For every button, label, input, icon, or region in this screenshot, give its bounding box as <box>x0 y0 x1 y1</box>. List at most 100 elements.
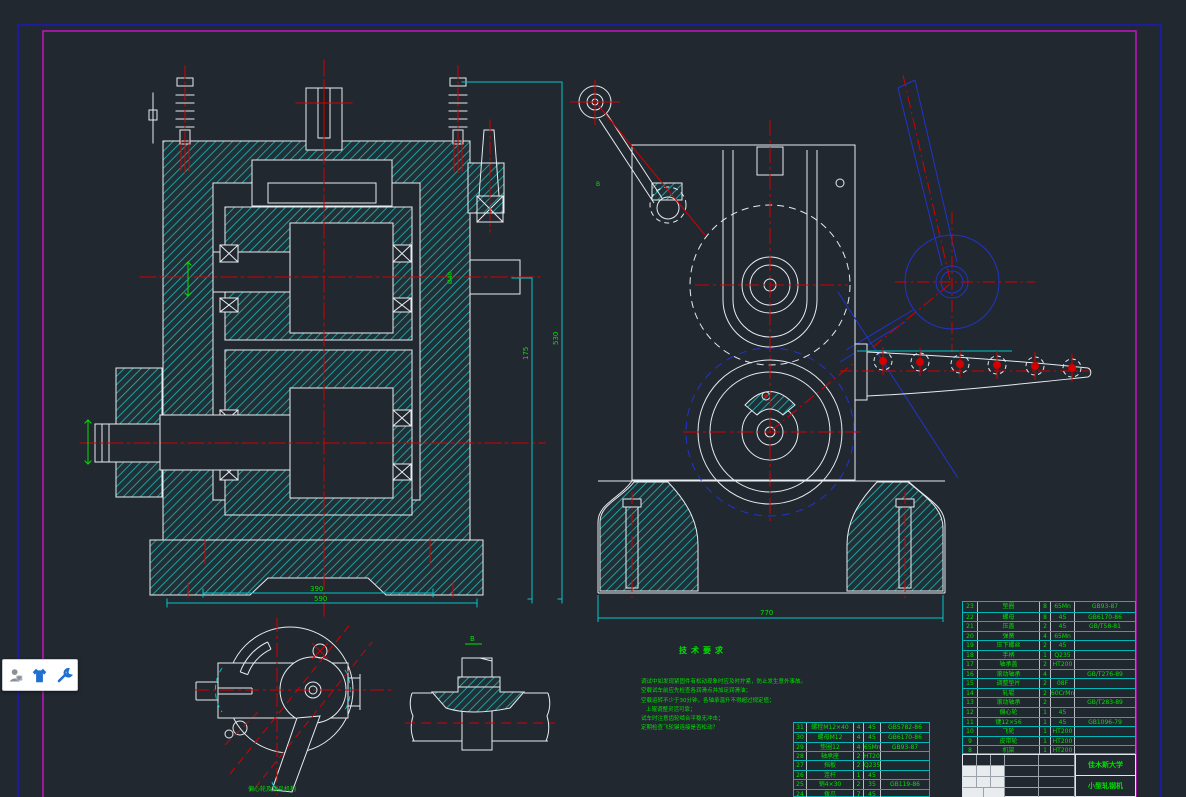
table-cell: 8 <box>1040 602 1051 612</box>
table-cell: GB6170-86 <box>881 733 929 741</box>
table-row: 23垫圈865MnGB93-87 <box>963 602 1135 612</box>
table-cell: 挡板 <box>807 761 854 769</box>
table-cell: 16 <box>963 670 978 679</box>
table-row: 10飞轮1HT200 <box>963 726 1135 736</box>
table-cell: 29 <box>794 743 807 751</box>
table-cell: 24 <box>794 790 807 797</box>
table-cell: 26 <box>794 771 807 779</box>
title-block-revision-grid <box>963 755 1076 796</box>
table-cell: 65Mn <box>1051 632 1075 641</box>
detail-left-caption: 偏心轮及拨爪机构 <box>248 785 296 793</box>
table-cell: 7 <box>854 790 864 797</box>
table-cell: 14 <box>963 689 978 698</box>
dim-height-inner: 175 <box>522 347 530 360</box>
table-cell: 1 <box>1040 718 1051 727</box>
table-cell: 键12×56 <box>978 718 1040 727</box>
notes-title: 技术要求 <box>679 645 811 656</box>
table-cell: 1 <box>1040 708 1051 717</box>
view-label-b: B <box>596 181 600 188</box>
dim-width-inner: 390 <box>310 585 323 593</box>
front-section-view: Ø40 530 175 390 590 <box>80 60 562 618</box>
table-cell: 拨爪 <box>807 790 854 797</box>
title-block: 佳木斯大学 小型轧钢机 <box>962 754 1136 797</box>
table-cell: 4 <box>854 743 864 751</box>
table-cell <box>1075 737 1135 746</box>
table-cell: 20 <box>963 632 978 641</box>
table-cell: 13 <box>963 698 978 707</box>
table-row: 17轴承盖2HT200 <box>963 659 1135 669</box>
user-icon[interactable] <box>7 667 24 684</box>
table-cell: 60CrMnMo <box>1051 689 1075 698</box>
table-cell: GB5782-86 <box>881 723 929 732</box>
table-cell: 22 <box>963 613 978 622</box>
wrench-icon[interactable] <box>56 667 73 684</box>
table-cell: 2 <box>1040 641 1051 650</box>
table-cell: 4 <box>1040 632 1051 641</box>
tshirt-icon[interactable] <box>31 667 48 684</box>
note-line: 试车时注意齿轮啮合平稳无冲击； <box>641 715 811 724</box>
detail-eccentric-view: 偏心轮及拨爪机构 <box>195 618 395 795</box>
table-row: 13滚动轴承2GB/T283-89 <box>963 697 1135 707</box>
table-cell <box>1051 698 1075 707</box>
table-cell: GB/T276-89 <box>1075 670 1135 679</box>
table-row: 27挡板2Q235 <box>794 760 929 769</box>
table-cell: 35 <box>864 780 881 788</box>
table-cell <box>1075 660 1135 669</box>
note-line: 定期检查飞轮键连接是否松动？ <box>641 724 811 733</box>
table-cell: 21 <box>963 622 978 631</box>
table-cell: 垫圈12 <box>807 743 854 751</box>
dim-right-base: 770 <box>760 609 773 617</box>
table-row: 25销4×30235GB119-86 <box>794 779 929 788</box>
note-line: 上辊调整灵活可靠； <box>646 706 811 715</box>
table-cell: 18 <box>963 651 978 660</box>
table-cell: GB119-86 <box>881 780 929 788</box>
table-row: 18手柄1Q235 <box>963 650 1135 660</box>
table-cell: 45 <box>1051 641 1075 650</box>
table-cell: 2 <box>854 752 864 760</box>
table-cell: 2 <box>854 780 864 788</box>
table-cell: 2 <box>1040 660 1051 669</box>
table-cell: 手柄 <box>978 651 1040 660</box>
table-cell: 12 <box>963 708 978 717</box>
table-cell: 轴承座 <box>807 752 854 760</box>
table-cell: 压盖 <box>978 622 1040 631</box>
crank-mechanism <box>838 80 999 478</box>
bom-table-left: 31螺栓M12×40445GB5782-8630螺母M12445GB6170-8… <box>793 722 930 797</box>
table-row: 31螺栓M12×40445GB5782-86 <box>794 723 929 732</box>
table-cell: 4 <box>854 733 864 741</box>
table-cell: 2 <box>854 761 864 769</box>
title-block-drawing-title: 小型轧钢机 <box>1076 776 1135 796</box>
table-cell: 4 <box>1040 670 1051 679</box>
table-cell: GB/T58-81 <box>1075 622 1135 631</box>
note-line: 调试中如发现紧固件有松动现象时应及时拧紧，防止发生意外事故。 <box>641 678 811 687</box>
table-cell: 2 <box>1040 622 1051 631</box>
table-cell: 31 <box>794 723 807 732</box>
table-cell: 27 <box>794 761 807 769</box>
detail-mid-caption: B <box>470 635 475 643</box>
table-cell: 45 <box>1051 718 1075 727</box>
table-cell: HT200 <box>1051 660 1075 669</box>
dim-shaft-dia: Ø40 <box>447 271 454 284</box>
table-cell: 8 <box>1040 613 1051 622</box>
table-cell: 垫圈 <box>978 602 1040 612</box>
technical-notes: 技术要求 调试中如发现紧固件有松动现象时应及时拧紧，防止发生意外事故。 空载试车… <box>641 645 811 734</box>
table-cell: 23 <box>963 602 978 612</box>
table-cell: 65Mn <box>1051 602 1075 612</box>
table-cell: 皮带轮 <box>978 737 1040 746</box>
table-cell: GB93-87 <box>881 743 929 751</box>
table-cell: 28 <box>794 752 807 760</box>
table-row: 11键12×56145GB1096-79 <box>963 717 1135 727</box>
table-row: 12偏心轮145 <box>963 707 1135 717</box>
bom-table-right: 23垫圈865MnGB93-8722螺母845GB6170-8621压盖245G… <box>962 601 1136 754</box>
floating-widget-toolbar <box>2 659 78 691</box>
table-cell <box>881 761 929 769</box>
table-cell: 轧辊 <box>978 689 1040 698</box>
roller-arm <box>840 344 1091 400</box>
table-cell: 调整垫片 <box>978 679 1040 688</box>
table-row: 9皮带轮1HT200 <box>963 736 1135 746</box>
table-cell: GB93-87 <box>1075 602 1135 612</box>
table-cell <box>1075 708 1135 717</box>
table-row: 21压盖245GB/T58-81 <box>963 621 1135 631</box>
table-cell: 45 <box>864 733 881 741</box>
table-cell: 弹簧 <box>978 632 1040 641</box>
